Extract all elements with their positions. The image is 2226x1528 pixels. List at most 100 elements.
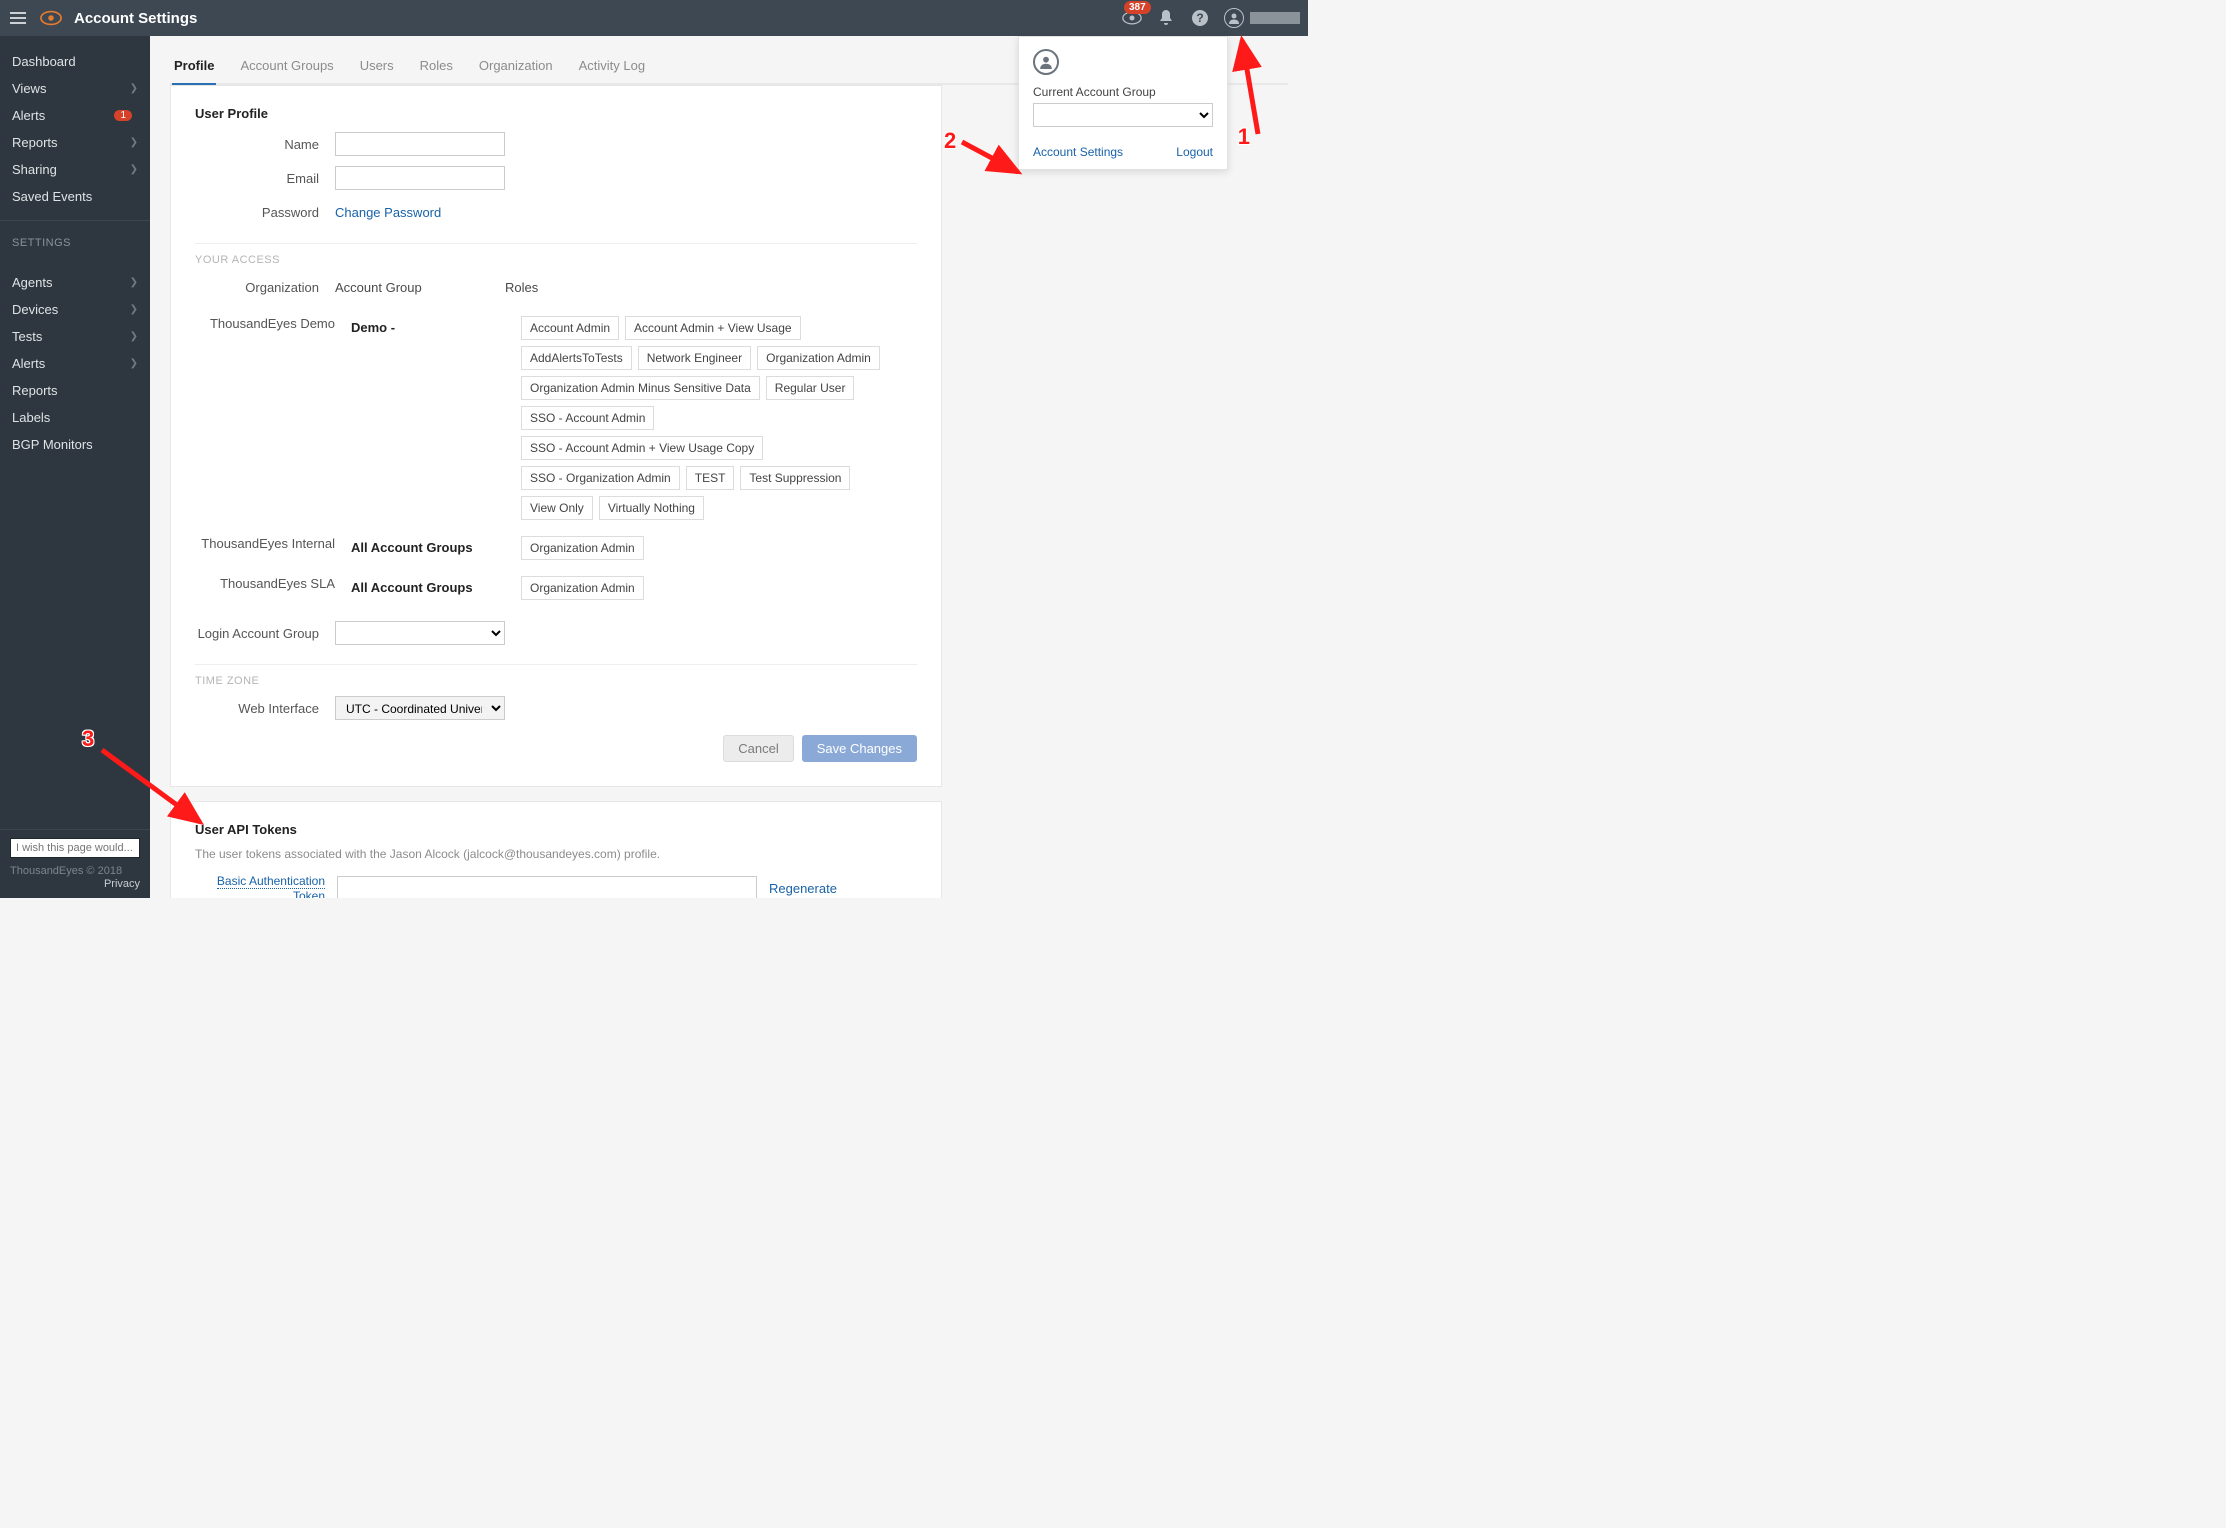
sidebar-item-dashboard[interactable]: Dashboard — [0, 48, 150, 75]
sidebar-item-reports[interactable]: Reports — [0, 377, 150, 404]
role-chip: TEST — [686, 466, 735, 490]
sidebar-item-label: Agents — [12, 275, 52, 290]
organization-name: ThousandEyes Internal — [195, 536, 351, 560]
dropdown-avatar-icon — [1033, 49, 1059, 75]
sidebar-item-label: Dashboard — [12, 54, 76, 69]
name-input[interactable] — [335, 132, 505, 156]
dropdown-account-settings-link[interactable]: Account Settings — [1033, 145, 1123, 159]
role-chip: Virtually Nothing — [599, 496, 704, 520]
change-password-link[interactable]: Change Password — [335, 205, 441, 220]
current-ag-select[interactable] — [1033, 103, 1213, 127]
sidebar-item-tests[interactable]: Tests❯ — [0, 323, 150, 350]
sidebar-item-sharing[interactable]: Sharing ❯ — [0, 156, 150, 183]
organization-name: ThousandEyes Demo — [195, 316, 351, 520]
page-title: Account Settings — [74, 10, 197, 27]
tab-organization[interactable]: Organization — [477, 52, 555, 83]
current-ag-label: Current Account Group — [1033, 85, 1213, 99]
role-chip: View Only — [521, 496, 593, 520]
menu-toggle[interactable] — [0, 0, 36, 36]
role-chip: Test Suppression — [740, 466, 850, 490]
roles-list: Account AdminAccount Admin + View UsageA… — [521, 316, 901, 520]
sidebar-item-devices[interactable]: Devices ❯ — [0, 296, 150, 323]
user-profile-card: User Profile Name Email Password Change … — [170, 85, 942, 787]
tab-activity-log[interactable]: Activity Log — [577, 52, 647, 83]
access-row: ThousandEyes InternalAll Account GroupsO… — [195, 536, 917, 560]
user-menu-button[interactable] — [1224, 8, 1300, 28]
sidebar-item-label: Sharing — [12, 162, 57, 177]
tab-roles[interactable]: Roles — [418, 52, 455, 83]
tab-users[interactable]: Users — [358, 52, 396, 83]
role-chip: SSO - Account Admin + View Usage Copy — [521, 436, 763, 460]
email-input[interactable] — [335, 166, 505, 190]
user-profile-heading: User Profile — [195, 106, 917, 121]
cancel-button[interactable]: Cancel — [723, 735, 793, 762]
chevron-right-icon: ❯ — [130, 164, 138, 175]
feedback-input[interactable] — [10, 838, 140, 858]
role-chip: Organization Admin — [521, 576, 644, 600]
tab-account-groups[interactable]: Account Groups — [238, 52, 335, 83]
tab-profile[interactable]: Profile — [172, 52, 216, 85]
role-chip: Organization Admin Minus Sensitive Data — [521, 376, 760, 400]
user-name-redacted — [1250, 12, 1300, 24]
sidebar-item-label: Devices — [12, 302, 58, 317]
web-interface-label: Web Interface — [195, 701, 335, 716]
account-group-name: Demo - — [351, 316, 521, 520]
bell-icon[interactable] — [1156, 8, 1176, 28]
roles-list: Organization Admin — [521, 576, 901, 600]
notif-badge: 387 — [1124, 1, 1151, 14]
role-chip: SSO - Organization Admin — [521, 466, 680, 490]
timezone-heading: TIME ZONE — [195, 664, 917, 687]
sidebar-settings-header: SETTINGS — [0, 220, 150, 257]
account-dropdown: Current Account Group Account Settings L… — [1018, 36, 1228, 170]
sidebar-item-views[interactable]: Views ❯ — [0, 75, 150, 102]
sidebar-item-label: Reports — [12, 135, 58, 150]
save-button[interactable]: Save Changes — [802, 735, 917, 762]
chevron-right-icon: ❯ — [130, 277, 138, 288]
password-label: Password — [195, 205, 335, 220]
role-chip: Account Admin — [521, 316, 619, 340]
sidebar-item-agents[interactable]: Agents ❯ — [0, 269, 150, 296]
sidebar-item-label: BGP Monitors — [12, 437, 93, 452]
sidebar-item-bgp-monitors[interactable]: BGP Monitors — [0, 431, 150, 458]
role-chip: AddAlertsToTests — [521, 346, 632, 370]
login-ag-select[interactable] — [335, 621, 505, 645]
dropdown-logout-link[interactable]: Logout — [1176, 145, 1213, 159]
account-group-name: All Account Groups — [351, 536, 521, 560]
sidebar-item-label: Labels — [12, 410, 50, 425]
eye-icon[interactable]: 387 — [1122, 8, 1142, 28]
web-interface-select[interactable]: UTC - Coordinated Universal… — [335, 696, 505, 720]
api-tokens-sub: The user tokens associated with the Jaso… — [195, 847, 917, 861]
svg-text:?: ? — [1196, 11, 1203, 25]
sidebar-item-saved-events[interactable]: Saved Events — [0, 183, 150, 210]
sidebar-item-labels[interactable]: Labels — [0, 404, 150, 431]
sidebar-item-alerts[interactable]: Alerts❯ — [0, 350, 150, 377]
role-chip: SSO - Account Admin — [521, 406, 654, 430]
role-chip: Organization Admin — [521, 536, 644, 560]
your-access-heading: YOUR ACCESS — [195, 243, 917, 266]
sidebar-item-reports[interactable]: Reports ❯ — [0, 129, 150, 156]
chevron-right-icon: ❯ — [130, 331, 138, 342]
sidebar-item-alerts[interactable]: Alerts1 — [0, 102, 150, 129]
chevron-right-icon: ❯ — [130, 358, 138, 369]
sidebar-item-label: Views — [12, 81, 46, 96]
user-avatar-icon — [1224, 8, 1244, 28]
name-label: Name — [195, 137, 335, 152]
sidebar-badge: 1 — [114, 110, 132, 121]
organization-name: ThousandEyes SLA — [195, 576, 351, 600]
sidebar: Dashboard Views ❯ Alerts1 Reports ❯ Sharing ❯ Sa… — [0, 36, 150, 898]
role-chip: Organization Admin — [757, 346, 880, 370]
chevron-right-icon: ❯ — [130, 304, 138, 315]
account-group-name: All Account Groups — [351, 576, 521, 600]
api-tokens-card: User API Tokens The user tokens associat… — [170, 801, 942, 898]
sidebar-item-label: Saved Events — [12, 189, 92, 204]
basic-auth-token-label: Basic Authentication Token — [195, 873, 325, 898]
help-icon[interactable]: ? — [1190, 8, 1210, 28]
chevron-right-icon: ❯ — [130, 137, 138, 148]
api-tokens-heading: User API Tokens — [195, 822, 917, 837]
brand-logo[interactable] — [40, 10, 62, 26]
regenerate-link[interactable]: Regenerate — [769, 881, 837, 896]
privacy-link[interactable]: Privacy — [10, 878, 140, 890]
basic-auth-token-input[interactable] — [337, 876, 757, 898]
chevron-right-icon: ❯ — [130, 83, 138, 94]
login-ag-label: Login Account Group — [195, 626, 335, 641]
